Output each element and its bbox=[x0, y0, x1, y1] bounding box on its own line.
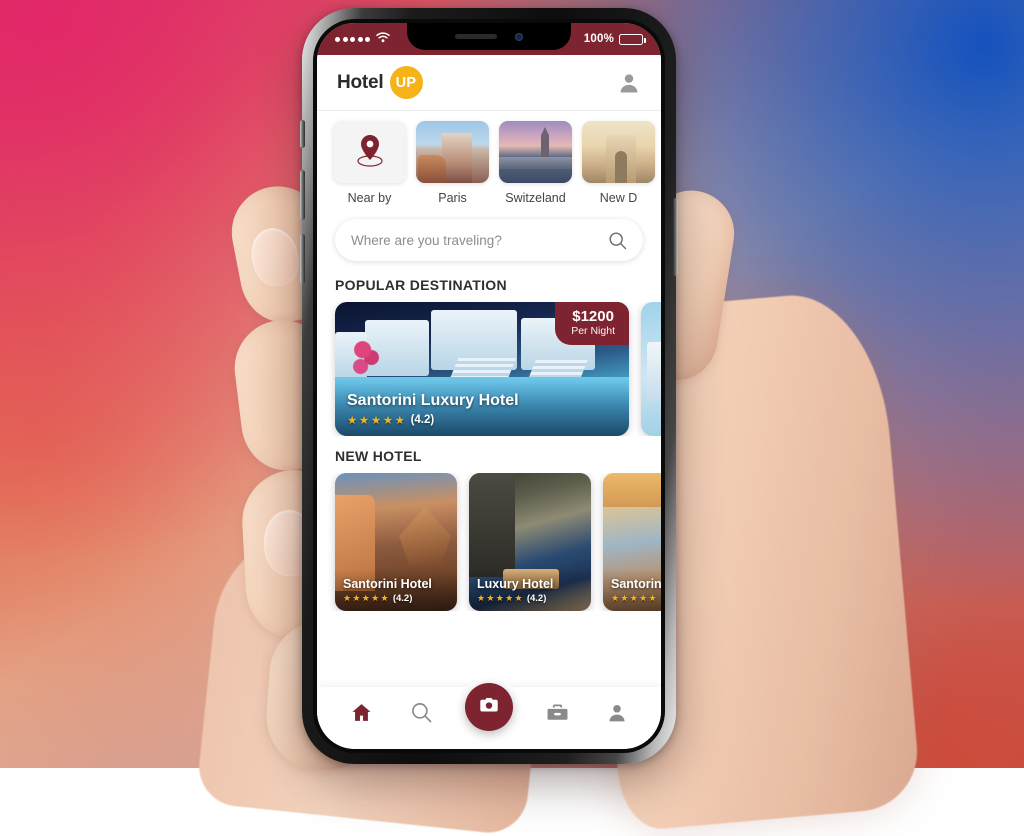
nav-item-search[interactable] bbox=[398, 695, 444, 735]
new-hotel-carousel[interactable]: Santorini Hotel ★★★★★ (4.2) Luxury Hotel… bbox=[317, 473, 661, 611]
power-button[interactable] bbox=[673, 198, 678, 276]
logo-badge-up: UP bbox=[390, 66, 423, 99]
nav-item-briefcase[interactable] bbox=[534, 695, 580, 735]
search-container bbox=[317, 209, 661, 263]
category-label: Paris bbox=[416, 191, 489, 205]
battery-full-icon bbox=[619, 34, 643, 45]
rating-row: ★★★★★ (4.2) bbox=[347, 413, 617, 427]
briefcase-icon bbox=[546, 701, 569, 729]
popular-card-overlay: Santorini Luxury Hotel ★★★★★ (4.2) bbox=[335, 382, 629, 436]
device-notch bbox=[407, 23, 571, 50]
rating-row: ★★★★★ bbox=[611, 593, 661, 604]
nearby-thumb bbox=[333, 121, 406, 183]
phone-screen: 100% Hotel UP bbox=[317, 23, 661, 749]
new-hotel-card[interactable]: Santorin ★★★★★ bbox=[603, 473, 661, 611]
camera-icon bbox=[478, 694, 500, 721]
signal-dots-icon bbox=[335, 37, 370, 42]
new-hotel-card-overlay: Santorini Hotel ★★★★★ (4.2) bbox=[335, 569, 457, 611]
rating-value: (4.2) bbox=[527, 593, 547, 604]
nav-item-profile[interactable] bbox=[594, 695, 640, 735]
new-delhi-photo bbox=[582, 121, 655, 183]
app-header: Hotel UP bbox=[317, 55, 661, 111]
category-item-new-delhi[interactable]: New D bbox=[582, 121, 655, 205]
app-logo[interactable]: Hotel UP bbox=[337, 66, 423, 99]
popular-section-title: POPULAR DESTINATION bbox=[317, 263, 661, 302]
user-avatar-icon[interactable] bbox=[617, 71, 641, 95]
rating-row: ★★★★★ (4.2) bbox=[343, 593, 449, 604]
category-label: Switzeland bbox=[499, 191, 572, 205]
new-hotel-card-overlay: Luxury Hotel ★★★★★ (4.2) bbox=[469, 569, 591, 611]
price-unit: Per Night bbox=[571, 325, 615, 337]
search-input[interactable] bbox=[351, 233, 608, 248]
logo-text: Hotel bbox=[337, 72, 384, 94]
category-item-paris[interactable]: Paris bbox=[416, 121, 489, 205]
category-label: Near by bbox=[333, 191, 406, 205]
price-value: $1200 bbox=[571, 309, 615, 325]
phone-bezel: 100% Hotel UP bbox=[313, 19, 665, 753]
nav-item-camera[interactable] bbox=[458, 676, 520, 738]
status-bar-left bbox=[335, 30, 390, 48]
home-icon bbox=[350, 701, 373, 729]
rating-value: (4.2) bbox=[411, 414, 435, 426]
rating-value: (4.2) bbox=[393, 593, 413, 604]
mute-switch[interactable] bbox=[300, 120, 305, 148]
search-box[interactable] bbox=[335, 219, 643, 261]
battery-percent: 100% bbox=[584, 33, 614, 45]
volume-up-button[interactable] bbox=[300, 170, 305, 220]
person-icon bbox=[606, 702, 628, 729]
star-rating-icon: ★★★★★ bbox=[347, 413, 407, 427]
new-hotel-card[interactable]: Santorini Hotel ★★★★★ (4.2) bbox=[335, 473, 457, 611]
popular-hotel-card[interactable]: $1200 Per Night Santorini Luxury Hotel ★… bbox=[335, 302, 629, 436]
hotel-title: Santorini Hotel bbox=[343, 577, 449, 591]
popular-carousel[interactable]: $1200 Per Night Santorini Luxury Hotel ★… bbox=[317, 302, 661, 436]
paris-photo bbox=[416, 121, 489, 183]
category-carousel[interactable]: Near by Paris Switzeland New D bbox=[317, 111, 661, 209]
rating-row: ★★★★★ (4.2) bbox=[477, 593, 583, 604]
star-rating-icon: ★★★★★ bbox=[477, 593, 524, 604]
hotel-title: Luxury Hotel bbox=[477, 577, 583, 591]
star-rating-icon: ★★★★★ bbox=[343, 593, 390, 604]
nav-item-home[interactable] bbox=[338, 695, 384, 735]
new-hotel-card[interactable]: Luxury Hotel ★★★★★ (4.2) bbox=[469, 473, 591, 611]
status-bar-right: 100% bbox=[584, 33, 643, 45]
hotel-title: Santorin bbox=[611, 577, 661, 591]
category-item-switzeland[interactable]: Switzeland bbox=[499, 121, 572, 205]
search-icon bbox=[410, 701, 433, 729]
speaker-grille bbox=[455, 34, 497, 39]
wifi-icon bbox=[376, 30, 390, 48]
price-badge: $1200 Per Night bbox=[555, 302, 629, 345]
new-hotel-card-overlay: Santorin ★★★★★ bbox=[603, 569, 661, 611]
popular-hotel-card-next[interactable] bbox=[641, 302, 661, 436]
category-label: New D bbox=[582, 191, 655, 205]
bottom-navigation-bar bbox=[317, 687, 661, 749]
status-bar: 100% bbox=[317, 23, 661, 55]
location-pin-icon bbox=[353, 131, 387, 174]
new-hotel-section-title: NEW HOTEL bbox=[317, 436, 661, 473]
phone-device: 100% Hotel UP bbox=[302, 8, 676, 764]
front-camera-icon bbox=[515, 33, 523, 41]
camera-fab[interactable] bbox=[465, 683, 513, 731]
hotel-title: Santorini Luxury Hotel bbox=[347, 392, 617, 410]
category-item-nearby[interactable]: Near by bbox=[333, 121, 406, 205]
search-icon[interactable] bbox=[608, 231, 627, 250]
switzerland-photo bbox=[499, 121, 572, 183]
star-rating-icon: ★★★★★ bbox=[611, 593, 658, 604]
volume-down-button[interactable] bbox=[300, 234, 305, 284]
app-scroll-body[interactable]: Near by Paris Switzeland New D bbox=[317, 111, 661, 687]
